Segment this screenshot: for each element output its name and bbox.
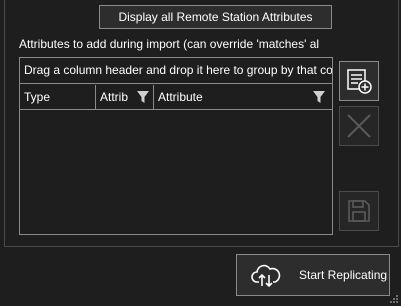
start-replicating-label: Start Replicating [299,268,388,282]
save-icon [348,200,370,222]
group-by-panel[interactable]: Drag a column header and drop it here to… [20,58,332,84]
remove-attribute-button[interactable] [339,106,379,146]
column-header-attribute[interactable]: Attribute [154,85,332,109]
add-list-icon [347,69,372,94]
column-header-attrib-label: Attrib [100,90,129,104]
cloud-upload-icon [251,264,281,288]
column-header-attribute-label: Attribute [158,90,203,104]
filter-icon[interactable] [136,90,150,104]
add-attribute-button[interactable] [339,61,379,101]
close-icon [347,114,371,138]
filter-icon[interactable] [312,90,326,104]
save-attributes-button[interactable] [339,191,379,231]
resize-grip-icon[interactable] [389,294,399,304]
column-header-type[interactable]: Type [20,85,96,109]
start-replicating-button[interactable]: Start Replicating [236,254,390,296]
column-header-type-label: Type [24,90,51,104]
column-header-attrib[interactable]: Attrib [96,85,154,109]
import-attributes-label: Attributes to add during import (can ove… [19,37,320,51]
attributes-grid[interactable]: Drag a column header and drop it here to… [19,57,333,235]
display-all-attributes-button[interactable]: Display all Remote Station Attributes [99,5,332,29]
grid-body [20,110,332,234]
grid-header-row: Type Attrib Attribute [20,85,332,110]
